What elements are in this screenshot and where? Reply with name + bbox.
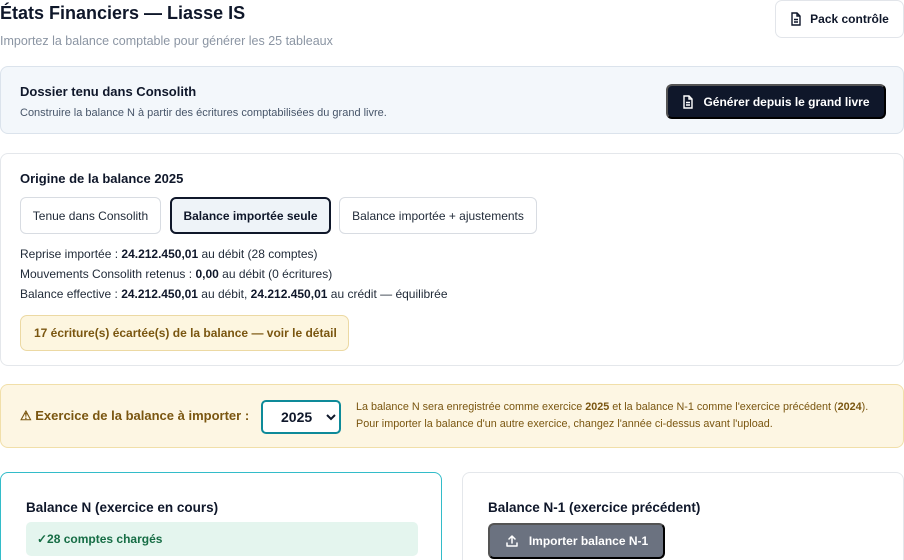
exercice-note-line1: La balance N sera enregistrée comme exer… xyxy=(356,401,869,413)
exercice-card: ⚠ Exercice de la balance à importer : 20… xyxy=(0,384,904,448)
mouvements-line: Mouvements Consolith retenus : 0,00 au d… xyxy=(20,267,333,281)
generate-from-ledger-label: Générer depuis le grand livre xyxy=(703,94,870,109)
reprise-line: Reprise importée : 24.212.450,01 au débi… xyxy=(20,247,318,261)
effective-credit: 24.212.450,01 xyxy=(250,287,328,301)
option-tenue-consolith[interactable]: Tenue dans Consolith xyxy=(20,197,161,234)
ecart-notice[interactable]: 17 écriture(s) écartée(s) de la balance … xyxy=(20,315,349,351)
pack-controle-button[interactable]: Pack contrôle xyxy=(775,0,904,38)
balance-n1-title: Balance N-1 (exercice précédent) xyxy=(488,500,701,515)
origin-card: Origine de la balance 2025 Tenue dans Co… xyxy=(0,153,904,366)
page-subtitle: Importez la balance comptable pour génér… xyxy=(0,34,333,48)
import-balance-n1-button[interactable]: Importer balance N-1 xyxy=(488,523,665,559)
pack-controle-label: Pack contrôle xyxy=(810,12,889,26)
mouvements-amount: 0,00 xyxy=(195,267,219,281)
effective-debit: 24.212.450,01 xyxy=(121,287,198,301)
reprise-amount: 24.212.450,01 xyxy=(121,247,199,261)
balance-n-status: ✓28 comptes chargés xyxy=(26,522,418,556)
exercice-label: ⚠ Exercice de la balance à importer : xyxy=(20,408,250,423)
consolith-card: Dossier tenu dans Consolith Construire l… xyxy=(0,66,904,134)
upload-icon xyxy=(506,535,518,547)
document-icon xyxy=(791,12,801,26)
option-balance-importee-seule[interactable]: Balance importée seule xyxy=(170,197,331,234)
consolith-description: Construire la balance N à partir des écr… xyxy=(20,107,387,119)
effective-line: Balance effective : 24.212.450,01 au déb… xyxy=(20,287,448,301)
origin-title: Origine de la balance 2025 xyxy=(20,171,184,186)
balance-n-card: Balance N (exercice en cours) ✓28 compte… xyxy=(0,472,442,560)
consolith-title: Dossier tenu dans Consolith xyxy=(20,84,197,99)
balance-n-title: Balance N (exercice en cours) xyxy=(26,500,219,515)
import-balance-n1-label: Importer balance N-1 xyxy=(528,534,649,548)
exercice-note-line2: Pour importer la balance d'un autre exer… xyxy=(356,418,773,430)
option-balance-importee-ajustements[interactable]: Balance importée + ajustements xyxy=(339,197,537,234)
document-icon xyxy=(683,94,694,109)
balance-n1-card: Balance N-1 (exercice précédent) Importe… xyxy=(462,472,904,560)
exercice-year-select[interactable]: 2025 xyxy=(261,400,341,434)
generate-from-ledger-button[interactable]: Générer depuis le grand livre xyxy=(666,84,886,119)
page-title: États Financiers — Liasse IS xyxy=(0,3,246,23)
